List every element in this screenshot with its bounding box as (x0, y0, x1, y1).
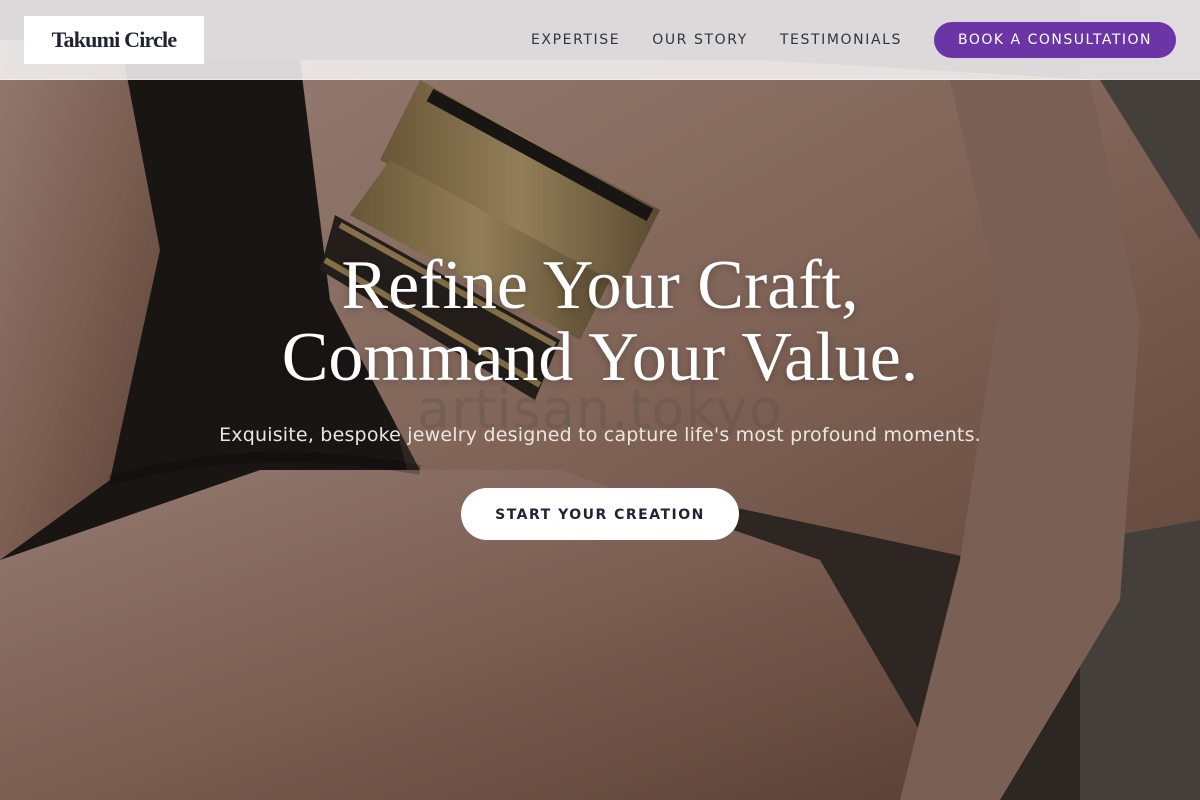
hero-section: artisan.tokyo Takumi Circle EXPERTISE OU… (0, 0, 1200, 800)
nav-link-testimonials[interactable]: TESTIMONIALS (780, 32, 902, 48)
nav-link-our-story[interactable]: OUR STORY (652, 32, 748, 48)
hero-headline-line1: Refine Your Craft, (341, 247, 859, 324)
hero-headline-line2: Command Your Value. (281, 319, 919, 396)
nav-link-expertise[interactable]: EXPERTISE (531, 32, 620, 48)
nav-links: EXPERTISE OUR STORY TESTIMONIALS BOOK A … (531, 0, 1176, 80)
book-consultation-button[interactable]: BOOK A CONSULTATION (934, 22, 1176, 58)
start-creation-button[interactable]: START YOUR CREATION (461, 488, 739, 540)
hero-content: Refine Your Craft, Command Your Value. E… (0, 250, 1200, 540)
hero-subheadline: Exquisite, bespoke jewelry designed to c… (219, 424, 981, 446)
hero-headline: Refine Your Craft, Command Your Value. (0, 250, 1200, 394)
brand-logo[interactable]: Takumi Circle (24, 16, 204, 64)
top-navbar: Takumi Circle EXPERTISE OUR STORY TESTIM… (0, 0, 1200, 80)
